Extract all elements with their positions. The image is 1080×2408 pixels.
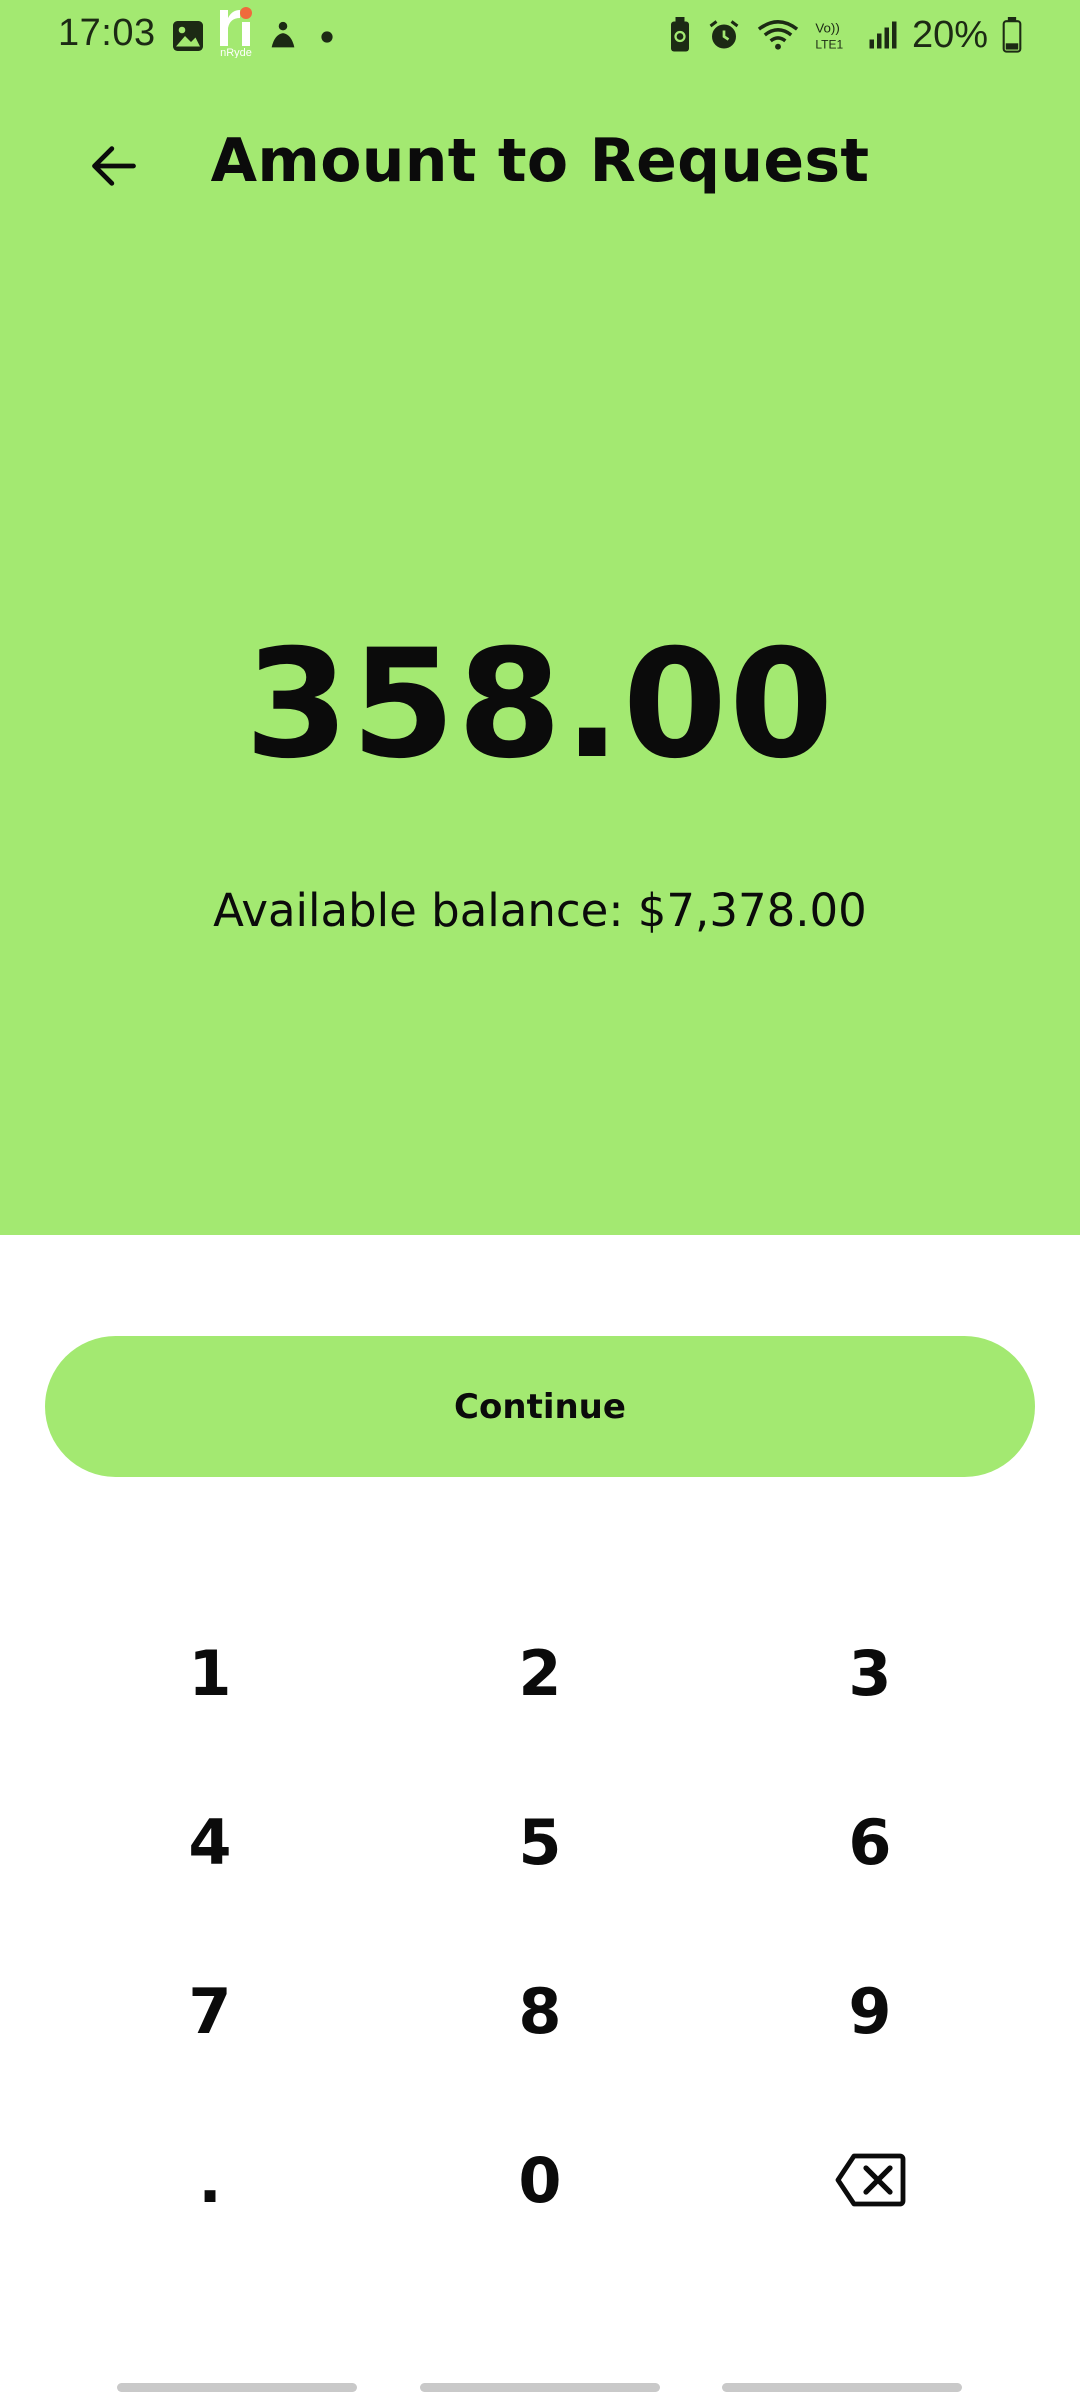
svg-text:LTE1: LTE1	[815, 37, 843, 51]
battery-icon	[1002, 17, 1022, 53]
volte-icon: Vo)) LTE1	[815, 20, 843, 51]
key-7[interactable]: 7	[80, 1941, 340, 2081]
key-4[interactable]: 4	[80, 1772, 340, 1912]
dot-icon	[321, 31, 333, 43]
status-time: 17:03	[58, 12, 156, 54]
page-title: Amount to Request	[210, 126, 870, 196]
battery-percent: 20%	[911, 13, 988, 56]
person-notification-icon	[271, 21, 295, 48]
key-6[interactable]: 6	[740, 1772, 1000, 1912]
wifi-icon	[757, 20, 799, 50]
battery-saver-icon	[670, 17, 689, 52]
nav-segment-center[interactable]	[420, 2383, 660, 2392]
nryde-app-icon: nRyde	[220, 7, 252, 58]
key-backspace[interactable]	[740, 2110, 1000, 2250]
status-bar: 17:03 nRyde Vo)) LTE1 20%	[0, 0, 1080, 70]
svg-text:Vo)): Vo))	[815, 20, 839, 35]
signal-icon	[869, 21, 897, 49]
nav-segment-left[interactable]	[117, 2383, 357, 2392]
backspace-icon	[835, 2153, 906, 2207]
image-icon	[173, 21, 203, 51]
key-decimal[interactable]: .	[80, 2110, 340, 2250]
amount-value: 358.00	[244, 618, 836, 792]
nryde-badge-text: nRyde	[220, 47, 252, 58]
continue-button[interactable]: Continue	[45, 1336, 1035, 1477]
key-9[interactable]: 9	[740, 1941, 1000, 2081]
key-8[interactable]: 8	[410, 1941, 670, 2081]
key-1[interactable]: 1	[80, 1603, 340, 1743]
key-0[interactable]: 0	[410, 2110, 670, 2250]
key-2[interactable]: 2	[410, 1603, 670, 1743]
status-right-icons: Vo)) LTE1 20%	[668, 12, 1022, 58]
nav-segment-right[interactable]	[722, 2383, 962, 2392]
key-3[interactable]: 3	[740, 1603, 1000, 1743]
available-balance: Available balance: $7,378.00	[213, 884, 867, 937]
key-5[interactable]: 5	[410, 1772, 670, 1912]
alarm-icon	[709, 20, 739, 49]
